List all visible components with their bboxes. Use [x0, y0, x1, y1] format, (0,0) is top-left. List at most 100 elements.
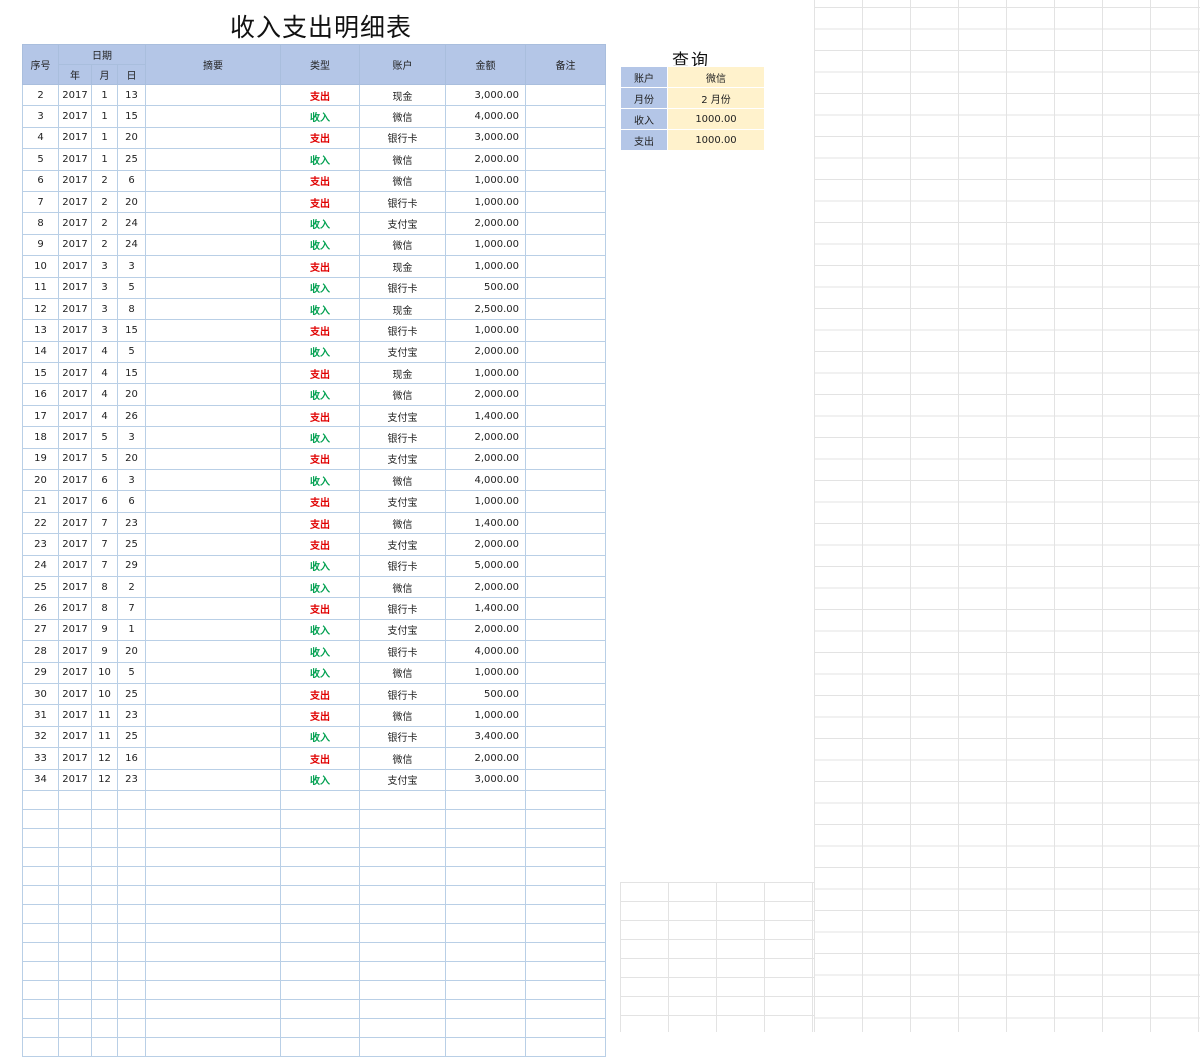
cell-year[interactable]: 2017 [58, 212, 92, 235]
cell-type[interactable]: 支出 [280, 362, 360, 385]
cell-seq[interactable]: 20 [22, 469, 59, 492]
cell-summary[interactable] [145, 233, 281, 257]
cell-month[interactable]: 11 [91, 704, 118, 727]
empty-cell[interactable] [117, 1017, 146, 1038]
cell-amount[interactable]: 1,000.00 [445, 362, 526, 385]
cell-month[interactable]: 8 [91, 575, 118, 599]
cell-note[interactable] [525, 383, 606, 406]
empty-cell[interactable] [22, 865, 59, 886]
cell-amount[interactable]: 1,000.00 [445, 319, 526, 342]
cell-day[interactable]: 25 [117, 725, 146, 749]
empty-cell[interactable] [525, 789, 606, 810]
empty-cell[interactable] [91, 941, 118, 962]
empty-cell[interactable] [58, 865, 92, 886]
empty-cell[interactable] [91, 903, 118, 924]
cell-amount[interactable]: 2,500.00 [445, 297, 526, 321]
cell-amount[interactable]: 2,000.00 [445, 618, 526, 642]
empty-cell[interactable] [280, 846, 360, 867]
cell-day[interactable]: 5 [117, 661, 146, 684]
empty-cell[interactable] [91, 884, 118, 905]
empty-cell[interactable] [525, 903, 606, 924]
cell-day[interactable]: 15 [117, 105, 146, 128]
empty-cell[interactable] [91, 998, 118, 1019]
empty-cell[interactable] [525, 941, 606, 962]
cell-year[interactable]: 2017 [58, 276, 92, 299]
cell-year[interactable]: 2017 [58, 469, 92, 492]
cell-day[interactable]: 23 [117, 704, 146, 727]
cell-year[interactable]: 2017 [58, 511, 92, 535]
cell-account[interactable]: 微信 [359, 383, 446, 406]
cell-account[interactable]: 银行卡 [359, 682, 446, 706]
cell-month[interactable]: 8 [91, 597, 118, 620]
empty-cell[interactable] [117, 979, 146, 1000]
cell-year[interactable]: 2017 [58, 533, 92, 556]
empty-cell[interactable] [280, 1036, 360, 1057]
empty-cell[interactable] [117, 922, 146, 943]
cell-month[interactable]: 2 [91, 212, 118, 235]
cell-summary[interactable] [145, 126, 281, 150]
cell-account[interactable]: 微信 [359, 469, 446, 492]
cell-month[interactable]: 5 [91, 447, 118, 471]
cell-note[interactable] [525, 447, 606, 471]
cell-note[interactable] [525, 83, 606, 107]
cell-day[interactable]: 23 [117, 768, 146, 791]
empty-cell[interactable] [58, 979, 92, 1000]
cell-day[interactable]: 15 [117, 362, 146, 385]
cell-type[interactable]: 支出 [280, 255, 360, 278]
cell-day[interactable]: 2 [117, 575, 146, 599]
cell-type[interactable]: 收入 [280, 105, 360, 128]
cell-note[interactable] [525, 704, 606, 727]
cell-type[interactable]: 收入 [280, 297, 360, 321]
cell-type[interactable]: 收入 [280, 383, 360, 406]
empty-cell[interactable] [280, 884, 360, 905]
empty-cell[interactable] [280, 922, 360, 943]
cell-amount[interactable]: 2,000.00 [445, 447, 526, 471]
cell-day[interactable]: 3 [117, 469, 146, 492]
empty-cell[interactable] [445, 846, 526, 867]
cell-summary[interactable] [145, 554, 281, 577]
cell-type[interactable]: 支出 [280, 447, 360, 471]
cell-amount[interactable]: 3,000.00 [445, 768, 526, 791]
cell-note[interactable] [525, 426, 606, 449]
cell-summary[interactable] [145, 704, 281, 727]
header-seq[interactable]: 序号 [22, 44, 59, 85]
cell-summary[interactable] [145, 597, 281, 620]
cell-amount[interactable]: 1,000.00 [445, 255, 526, 278]
cell-year[interactable]: 2017 [58, 340, 92, 364]
cell-seq[interactable]: 15 [22, 362, 59, 385]
cell-note[interactable] [525, 319, 606, 342]
cell-seq[interactable]: 13 [22, 319, 59, 342]
cell-year[interactable]: 2017 [58, 83, 92, 107]
cell-month[interactable]: 7 [91, 511, 118, 535]
empty-cell[interactable] [91, 846, 118, 867]
cell-amount[interactable]: 3,000.00 [445, 126, 526, 150]
cell-account[interactable]: 支付宝 [359, 447, 446, 471]
cell-month[interactable]: 12 [91, 747, 118, 770]
empty-cell[interactable] [22, 979, 59, 1000]
cell-year[interactable]: 2017 [58, 255, 92, 278]
cell-month[interactable]: 7 [91, 554, 118, 577]
cell-type[interactable]: 收入 [280, 469, 360, 492]
cell-type[interactable]: 支出 [280, 169, 360, 192]
cell-summary[interactable] [145, 297, 281, 321]
empty-cell[interactable] [525, 979, 606, 1000]
cell-account[interactable]: 现金 [359, 255, 446, 278]
empty-cell[interactable] [22, 1036, 59, 1057]
cell-type[interactable]: 收入 [280, 426, 360, 449]
cell-day[interactable]: 5 [117, 276, 146, 299]
cell-account[interactable]: 现金 [359, 297, 446, 321]
cell-note[interactable] [525, 126, 606, 150]
empty-cell[interactable] [445, 808, 526, 829]
empty-cell[interactable] [117, 960, 146, 981]
cell-day[interactable]: 26 [117, 404, 146, 428]
cell-account[interactable]: 支付宝 [359, 618, 446, 642]
cell-amount[interactable]: 500.00 [445, 276, 526, 299]
empty-cell[interactable] [91, 960, 118, 981]
empty-cell[interactable] [91, 1036, 118, 1057]
cell-type[interactable]: 支出 [280, 704, 360, 727]
cell-account[interactable]: 银行卡 [359, 426, 446, 449]
empty-cell[interactable] [525, 827, 606, 848]
cell-amount[interactable]: 4,000.00 [445, 640, 526, 663]
cell-month[interactable]: 4 [91, 404, 118, 428]
cell-account[interactable]: 银行卡 [359, 276, 446, 299]
